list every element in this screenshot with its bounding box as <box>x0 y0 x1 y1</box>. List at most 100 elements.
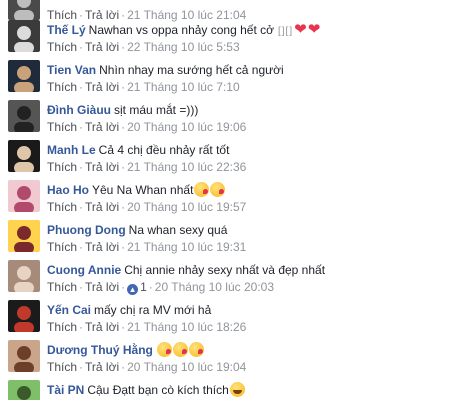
separator-dot: · <box>79 80 84 94</box>
comment-author-link[interactable]: Tien Van <box>47 63 96 77</box>
like-link[interactable]: Thích <box>47 280 77 294</box>
separator-dot: · <box>121 80 126 94</box>
comment-author-link[interactable]: Phuong Dong <box>47 223 126 237</box>
thumbs-up-icon: ▲ <box>127 284 139 295</box>
reply-link[interactable]: Trả lời <box>85 320 119 334</box>
comment-actions: Thích · Trả lời · ▲ 1 · 20 Tháng 10 lúc 20:03 <box>47 279 274 295</box>
comment-body: Hao Ho Yêu Na Whan nhất <box>47 181 226 199</box>
kiss-emoji-icon <box>172 342 188 357</box>
separator-dot: · <box>79 360 84 374</box>
separator-dot: · <box>79 40 84 54</box>
avatar[interactable] <box>8 60 40 92</box>
comment-author-link[interactable]: Dương Thuý Hằng <box>47 343 153 357</box>
comment-body: Tài PN Cậu Đạtt bạn cò kích thích <box>47 381 245 399</box>
avatar[interactable] <box>8 20 40 52</box>
separator-dot: · <box>148 280 153 294</box>
avatar[interactable] <box>8 100 40 132</box>
comment-text: sịt máu mắt =))) <box>114 103 199 117</box>
comment-text: Nhìn nhay ma sướng hết cả người <box>99 63 284 77</box>
reply-link[interactable]: Trả lời <box>85 200 119 214</box>
comment-body: Thế Lý Nawhan vs oppa nhảy cong hết cở [][… <box>47 21 320 39</box>
reply-link[interactable]: Trả lời <box>85 360 119 374</box>
kiss-emoji-icon <box>210 182 226 197</box>
avatar[interactable] <box>8 380 40 400</box>
reply-link[interactable]: Trả lời <box>85 280 119 294</box>
comment-author-link[interactable]: Manh Le <box>47 143 96 157</box>
separator-dot: · <box>121 320 126 334</box>
comment-timestamp[interactable]: 20 Tháng 10 lúc 20:03 <box>155 280 274 294</box>
comment-author-link[interactable]: Hao Ho <box>47 183 89 197</box>
avatar[interactable] <box>8 300 40 332</box>
comment-item: Dương Thuý Hằng Thích · Trả lời · 20 Tháng 10… <box>0 336 450 376</box>
reply-link[interactable]: Trả lời <box>85 240 119 254</box>
comment-timestamp[interactable]: 22 Tháng 10 lúc 5:53 <box>127 40 240 54</box>
reply-link[interactable]: Trả lời <box>85 160 119 174</box>
comment-item: Cuong Annie Chị annie nhảy sexy nhất và đ… <box>0 256 450 296</box>
comment-body: Đình Giàuu sịt máu mắt =))) <box>47 101 198 119</box>
separator-dot: · <box>79 280 84 294</box>
comment-text: Na whan sexy quá <box>128 223 228 237</box>
comment-actions: Thích · Trả lời · 21 Tháng 10 lúc 18:26 <box>47 319 246 335</box>
comment-actions: Thích · Trả lời · 20 Tháng 10 lúc 19:04 <box>47 359 246 375</box>
comment-item: Hao Ho Yêu Na Whan nhất Thích · Trả lời · 20 T… <box>0 176 450 216</box>
comment-body <box>47 0 50 7</box>
like-link[interactable]: Thích <box>47 200 77 214</box>
separator-dot: · <box>79 240 84 254</box>
comment-body: Manh Le Cả 4 chị đều nhảy rất tốt <box>47 141 229 159</box>
like-link[interactable]: Thích <box>47 120 77 134</box>
comment-author-link[interactable]: Thế Lý <box>47 23 86 37</box>
avatar[interactable] <box>8 260 40 292</box>
like-link[interactable]: Thích <box>47 80 77 94</box>
comment-item: Yến Cai mấy chị ra MV mới hả Thích · Trả lời… <box>0 296 450 336</box>
separator-dot: · <box>121 160 126 174</box>
comment-item: Tài PN Cậu Đạtt bạn cò kích thích <box>0 376 450 400</box>
comment-text: mấy chị ra MV mới hả <box>94 303 212 317</box>
comment-text: Yêu Na Whan nhất <box>92 183 194 197</box>
comment-item: Thế Lý Nawhan vs oppa nhảy cong hết cở [][… <box>0 16 450 56</box>
comment-feed: Thích · Trả lời · 21 Tháng 10 lúc 21:04 Thế L… <box>0 0 450 400</box>
comment-item: Manh Le Cả 4 chị đều nhảy rất tốt Thích · Tr… <box>0 136 450 176</box>
comment-text: Cả 4 chị đều nhảy rất tốt <box>98 143 230 157</box>
separator-dot: · <box>121 280 126 294</box>
comment-timestamp[interactable]: 20 Tháng 10 lúc 19:57 <box>127 200 246 214</box>
comment-actions: Thích · Trả lời · 21 Tháng 10 lúc 19:31 <box>47 239 246 255</box>
like-link[interactable]: Thích <box>47 320 77 334</box>
comment-author-link[interactable]: Yến Cai <box>47 303 91 317</box>
comment-timestamp[interactable]: 21 Tháng 10 lúc 19:31 <box>127 240 246 254</box>
comment-timestamp[interactable]: 21 Tháng 10 lúc 7:10 <box>127 80 240 94</box>
separator-dot: · <box>121 120 126 134</box>
comment-text: Chị annie nhảy sexy nhất và đẹp nhất <box>124 263 326 277</box>
comment-timestamp[interactable]: 20 Tháng 10 lúc 19:04 <box>127 360 246 374</box>
comment-body: Tien Van Nhìn nhay ma sướng hết cả người <box>47 61 284 79</box>
like-count[interactable]: 1 <box>140 280 147 294</box>
avatar[interactable] <box>8 220 40 252</box>
comment-actions: Thích · Trả lời · 21 Tháng 10 lúc 22:36 <box>47 159 246 175</box>
comment-body: Dương Thuý Hằng <box>47 341 204 359</box>
like-link[interactable]: Thích <box>47 240 77 254</box>
like-link[interactable]: Thích <box>47 160 77 174</box>
separator-dot: · <box>121 240 126 254</box>
separator-dot: · <box>121 200 126 214</box>
separator-dot: · <box>79 160 84 174</box>
comment-author-link[interactable]: Đình Giàuu <box>47 103 111 117</box>
like-link[interactable]: Thích <box>47 360 77 374</box>
comment-body: Phuong Dong Na whan sexy quá <box>47 221 227 239</box>
comment-author-link[interactable]: Cuong Annie <box>47 263 121 277</box>
kiss-emoji-icon <box>156 342 172 357</box>
avatar[interactable] <box>8 180 40 212</box>
reply-link[interactable]: Trả lời <box>85 40 119 54</box>
comment-timestamp[interactable]: 20 Tháng 10 lúc 19:06 <box>127 120 246 134</box>
like-link[interactable]: Thích <box>47 40 77 54</box>
reply-link[interactable]: Trả lời <box>85 80 119 94</box>
comment-timestamp[interactable]: 21 Tháng 10 lúc 22:36 <box>127 160 246 174</box>
reply-link[interactable]: Trả lời <box>85 120 119 134</box>
comment-timestamp[interactable]: 21 Tháng 10 lúc 18:26 <box>127 320 246 334</box>
avatar[interactable] <box>8 340 40 372</box>
comment-author-link[interactable]: Tài PN <box>47 383 84 397</box>
separator-dot: · <box>79 320 84 334</box>
laugh-emoji-icon <box>229 382 245 397</box>
comment-actions: Thích · Trả lời · 20 Tháng 10 lúc 19:06 <box>47 119 246 135</box>
avatar[interactable] <box>8 140 40 172</box>
heart-icon: ❤ <box>307 21 321 38</box>
comment-item: Đình Giàuu sịt máu mắt =))) Thích · Trả lời ·… <box>0 96 450 136</box>
